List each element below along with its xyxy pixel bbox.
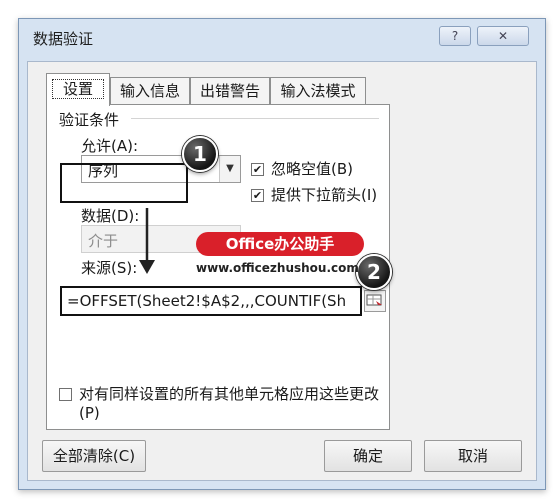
tab-input-message[interactable]: 输入信息 — [110, 77, 190, 105]
tab-error-alert[interactable]: 出错警告 — [190, 77, 270, 105]
apply-all-checkbox[interactable] — [59, 388, 72, 401]
ok-button[interactable]: 确定 — [324, 440, 412, 472]
help-icon: ? — [451, 29, 459, 43]
apply-all-label: 对有同样设置的所有其他单元格应用这些更改(P) — [79, 385, 380, 422]
dropdown-arrow-checkbox[interactable]: ✔ — [251, 189, 264, 202]
data-label: 数据(D): — [81, 207, 140, 225]
tab-settings[interactable]: 设置 — [46, 73, 110, 106]
source-formula: =OFFSET(Sheet2!$A$2,,,COUNTIF(Sheet — [67, 292, 347, 310]
tab-input-message-label: 输入信息 — [119, 82, 180, 100]
chevron-down-icon[interactable]: ▼ — [219, 156, 240, 182]
close-icon: ✕ — [497, 29, 509, 43]
close-button[interactable]: ✕ — [477, 26, 529, 46]
tab-ime-mode[interactable]: 输入法模式 — [270, 77, 366, 105]
source-input[interactable]: =OFFSET(Sheet2!$A$2,,,COUNTIF(Sheet — [60, 286, 362, 316]
step-1-badge: 1 — [182, 136, 218, 172]
validation-criteria-heading: 验证条件 — [59, 111, 120, 129]
allow-label: 允许(A): — [81, 137, 139, 155]
group-divider — [131, 118, 379, 119]
tab-ime-mode-label: 输入法模式 — [280, 82, 356, 100]
range-picker-button[interactable] — [364, 290, 386, 312]
ignore-blank-label: 忽略空值(B) — [271, 160, 353, 178]
allow-highlight-box — [60, 163, 188, 203]
dialog-title: 数据验证 — [33, 30, 94, 48]
watermark-logo: Office办公助手 — [196, 232, 364, 256]
step-2-badge: 2 — [356, 254, 392, 290]
range-select-icon — [366, 294, 382, 309]
watermark-url: www.officezhushou.com — [196, 261, 359, 275]
help-button[interactable]: ? — [439, 26, 471, 46]
dropdown-arrow-label: 提供下拉箭头(I) — [271, 186, 378, 204]
ignore-blank-checkbox[interactable]: ✔ — [251, 163, 264, 176]
title-bar[interactable]: 数据验证 ? ✕ — [19, 19, 545, 57]
clear-all-button[interactable]: 全部清除(C) — [42, 440, 146, 472]
tab-settings-label: 设置 — [51, 79, 104, 99]
data-value: 介于 — [88, 232, 119, 250]
tab-error-alert-label: 出错警告 — [199, 82, 260, 100]
cancel-button[interactable]: 取消 — [424, 440, 522, 472]
source-label: 来源(S): — [81, 259, 138, 277]
down-arrow-icon — [139, 208, 155, 274]
